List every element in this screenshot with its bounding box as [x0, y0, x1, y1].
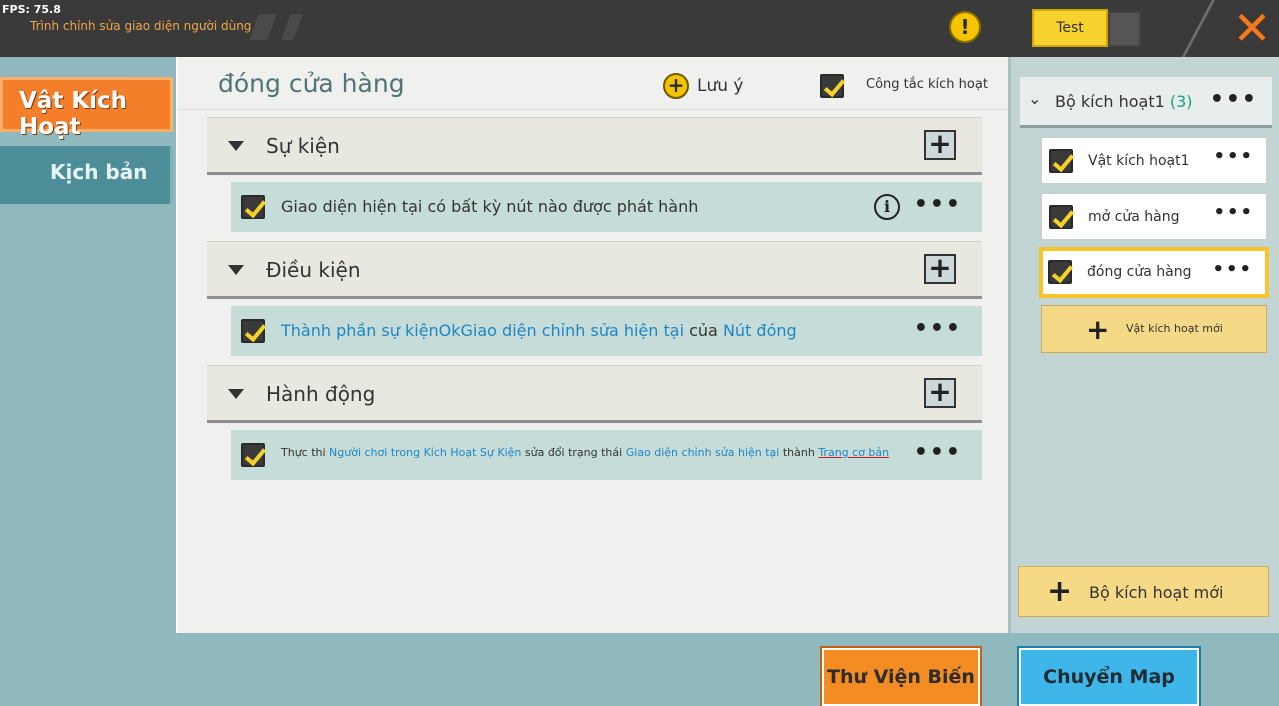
- divider: [178, 109, 1008, 110]
- test-button[interactable]: Test: [1032, 9, 1108, 47]
- test-toggle[interactable]: [1108, 11, 1141, 47]
- trigger-label: mở cửa hàng: [1088, 209, 1180, 225]
- new-group-label: Bộ kích hoạt mới: [1089, 583, 1224, 602]
- section-label: Hành động: [266, 382, 376, 406]
- activation-switch-checkbox[interactable]: [820, 74, 844, 98]
- editor-title: Trình chỉnh sửa giao diện người dùng: [30, 19, 252, 33]
- triangle-down-icon[interactable]: [228, 265, 244, 275]
- more-icon[interactable]: •••: [1213, 146, 1254, 167]
- checkbox-icon[interactable]: [241, 195, 265, 219]
- group-label: Bộ kích hoạt1 (3): [1055, 92, 1193, 111]
- page-title[interactable]: đóng cửa hàng: [218, 69, 405, 98]
- section-actions[interactable]: Hành động +: [207, 365, 982, 423]
- action-row[interactable]: Thực thi Người chơi trong Kích Hoạt Sự K…: [231, 430, 982, 480]
- chevron-down-icon[interactable]: ⌄: [1028, 89, 1041, 108]
- action-text[interactable]: Thực thi Người chơi trong Kích Hoạt Sự K…: [281, 446, 889, 459]
- triangle-down-icon[interactable]: [228, 389, 244, 399]
- sidebar-item-label: Kịch bản: [50, 160, 148, 184]
- switch-map-button[interactable]: Chuyển Map: [1017, 646, 1201, 706]
- note-button[interactable]: + Lưu ý: [663, 73, 743, 101]
- checkbox-icon[interactable]: [1049, 149, 1073, 173]
- sidebar-item-label: Vật Kích Hoạt: [19, 88, 128, 140]
- condition-text[interactable]: Thành phần sự kiệnOkGiao diện chỉnh sửa …: [281, 321, 797, 340]
- new-group-button[interactable]: + Bộ kích hoạt mới: [1018, 566, 1269, 617]
- triangle-down-icon[interactable]: [228, 141, 244, 151]
- sidebar: Vật Kích Hoạt Kịch bản: [0, 57, 174, 706]
- condition-target[interactable]: Nút đóng: [723, 321, 797, 340]
- section-label: Sự kiện: [266, 134, 340, 158]
- condition-row[interactable]: Thành phần sự kiệnOkGiao diện chỉnh sửa …: [231, 306, 982, 356]
- trigger-group-header[interactable]: ⌄ Bộ kích hoạt1 (3) •••: [1020, 77, 1272, 128]
- top-bar: FPS: 75.8 Trình chỉnh sửa giao diện ngườ…: [0, 0, 1279, 60]
- section-events[interactable]: Sự kiện +: [207, 117, 982, 175]
- more-icon[interactable]: •••: [914, 440, 962, 465]
- add-condition-button[interactable]: +: [924, 254, 956, 284]
- add-action-button[interactable]: +: [924, 378, 956, 408]
- action-connector: sửa đổi trạng thái: [521, 446, 626, 459]
- plus-icon: +: [1047, 574, 1073, 609]
- checkbox-icon[interactable]: [1048, 260, 1072, 284]
- action-target[interactable]: Giao diện chỉnh sửa hiện tại: [626, 446, 780, 459]
- event-text[interactable]: Giao diện hiện tại có bất kỳ nút nào đượ…: [281, 197, 698, 216]
- new-trigger-label: Vật kích hoạt mới: [1126, 322, 1223, 335]
- sidebar-item-scripts[interactable]: Kịch bản: [0, 146, 173, 204]
- close-icon[interactable]: ✕: [1229, 5, 1275, 51]
- more-icon[interactable]: •••: [914, 316, 962, 341]
- section-conditions[interactable]: Điều kiện +: [207, 241, 982, 299]
- new-trigger-button[interactable]: + Vật kích hoạt mới: [1041, 305, 1267, 353]
- trigger-label: Vật kích hoạt1: [1088, 153, 1190, 169]
- add-event-button[interactable]: +: [924, 130, 956, 160]
- info-icon[interactable]: i: [874, 194, 900, 220]
- section-label: Điều kiện: [266, 258, 361, 282]
- event-row[interactable]: Giao diện hiện tại có bất kỳ nút nào đượ…: [231, 182, 982, 232]
- trigger-item[interactable]: mở cửa hàng •••: [1041, 193, 1267, 240]
- condition-component[interactable]: Thành phần sự kiệnOkGiao diện chỉnh sửa …: [281, 321, 684, 340]
- more-icon[interactable]: •••: [914, 192, 962, 217]
- action-subject[interactable]: Người chơi trong Kích Hoạt Sự Kiện: [329, 446, 521, 459]
- trigger-item[interactable]: Vật kích hoạt1 •••: [1041, 137, 1267, 184]
- checkbox-icon[interactable]: [1049, 205, 1073, 229]
- checkbox-icon[interactable]: [241, 443, 265, 467]
- note-label: Lưu ý: [697, 76, 744, 96]
- trigger-item-selected[interactable]: đóng cửa hàng •••: [1039, 247, 1269, 298]
- action-connector-to: thành: [779, 446, 819, 459]
- plus-icon: +: [1086, 313, 1110, 346]
- checkbox-icon[interactable]: [241, 319, 265, 343]
- trigger-label: đóng cửa hàng: [1087, 264, 1192, 280]
- variable-library-button[interactable]: Thư Viện Biến Số: [820, 646, 982, 706]
- more-icon[interactable]: •••: [1212, 259, 1253, 280]
- trigger-list-panel: ⌄ Bộ kích hoạt1 (3) ••• Vật kích hoạt1 •…: [1008, 57, 1279, 633]
- fps-counter: FPS: 75.8: [2, 3, 61, 16]
- condition-connector: của: [684, 321, 723, 340]
- action-verb: Thực thi: [281, 446, 330, 459]
- divider-line: [1180, 0, 1215, 60]
- action-value[interactable]: Trang cơ bản: [818, 446, 889, 459]
- more-icon[interactable]: •••: [1213, 202, 1254, 223]
- group-count: (3): [1169, 92, 1193, 111]
- trigger-editor-panel: đóng cửa hàng + Lưu ý Công tắc kích hoạt …: [176, 57, 1008, 633]
- plus-circle-icon: +: [663, 73, 689, 99]
- more-icon[interactable]: •••: [1210, 87, 1258, 112]
- activation-switch-label: Công tắc kích hoạt: [866, 77, 988, 92]
- sidebar-item-trigger-objects[interactable]: Vật Kích Hoạt: [0, 77, 173, 140]
- warning-icon[interactable]: !: [949, 11, 981, 43]
